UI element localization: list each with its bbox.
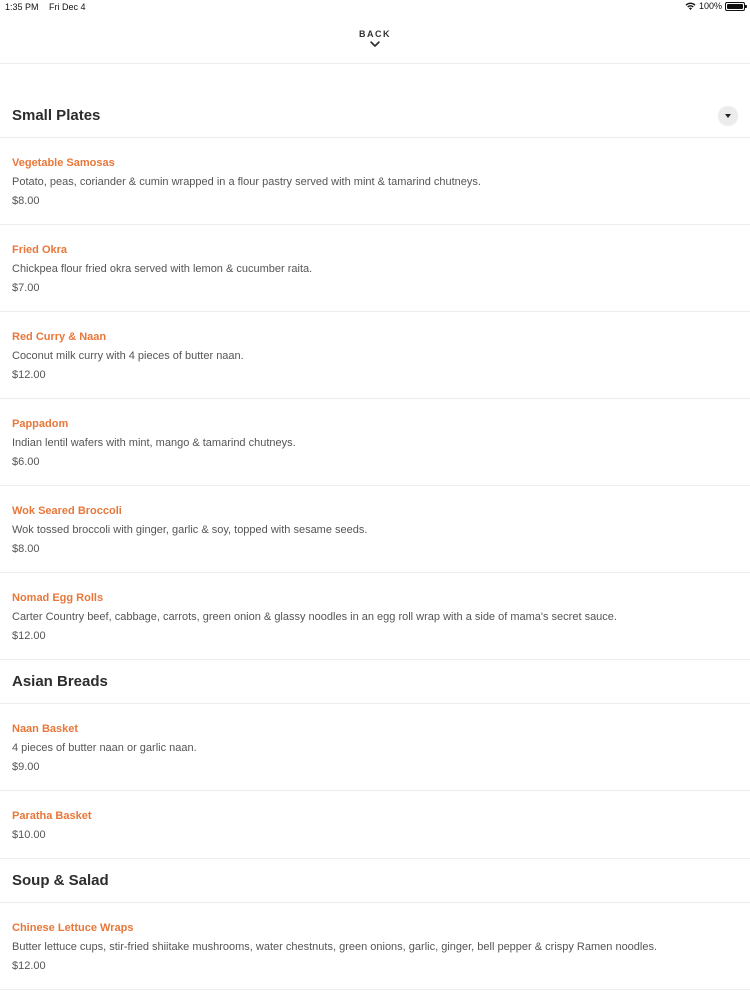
item-name: Naan Basket — [12, 723, 79, 735]
menu-item[interactable]: Pappadom Indian lentil wafers with mint,… — [0, 399, 750, 486]
back-label: BACK — [359, 29, 391, 39]
chevron-down-icon — [370, 41, 380, 47]
item-price: $8.00 — [12, 543, 40, 555]
section-header-asian-breads[interactable]: Asian Breads — [0, 660, 750, 704]
item-price: $9.00 — [12, 761, 40, 773]
item-description: Indian lentil wafers with mint, mango & … — [12, 437, 296, 449]
section-title: Soup & Salad — [12, 872, 109, 889]
section-title: Small Plates — [12, 107, 101, 124]
back-button[interactable]: BACK — [0, 14, 750, 64]
wifi-icon — [685, 2, 696, 10]
status-bar: 1:35 PM Fri Dec 4 100% — [0, 0, 750, 14]
section-header-soup-salad[interactable]: Soup & Salad — [0, 859, 750, 903]
item-description: Butter lettuce cups, stir-fried shiitake… — [12, 941, 658, 953]
menu-list: Small Plates Vegetable Samosas Potato, p… — [0, 64, 750, 990]
menu-item[interactable]: Vegetable Samosas Potato, peas, coriande… — [0, 138, 750, 225]
menu-item[interactable]: Red Curry & Naan Coconut milk curry with… — [0, 312, 750, 399]
item-name: Pappadom — [12, 418, 69, 430]
section-collapse-toggle[interactable] — [718, 105, 738, 126]
item-description: Coconut milk curry with 4 pieces of butt… — [12, 350, 244, 362]
section-title: Asian Breads — [12, 673, 108, 690]
item-name: Vegetable Samosas — [12, 157, 115, 169]
item-description: Chickpea flour fried okra served with le… — [12, 263, 313, 275]
item-description: Carter Country beef, cabbage, carrots, g… — [12, 611, 617, 623]
caret-down-icon — [725, 113, 731, 118]
battery-fill — [727, 3, 743, 9]
item-price: $10.00 — [12, 829, 46, 841]
item-price: $7.00 — [12, 282, 40, 294]
item-price: $8.00 — [12, 195, 40, 207]
item-price: $12.00 — [12, 369, 46, 381]
battery-icon — [725, 1, 747, 11]
item-price: $12.00 — [12, 630, 46, 642]
status-left: 1:35 PM Fri Dec 4 — [5, 2, 86, 12]
item-price: $6.00 — [12, 456, 40, 468]
section-header-small-plates[interactable]: Small Plates — [0, 94, 750, 138]
status-right: 100% — [685, 1, 747, 11]
item-description: Potato, peas, coriander & cumin wrapped … — [12, 176, 481, 188]
menu-item[interactable]: Chinese Lettuce Wraps Butter lettuce cup… — [0, 903, 750, 990]
menu-item[interactable]: Nomad Egg Rolls Carter Country beef, cab… — [0, 573, 750, 660]
item-name: Fried Okra — [12, 244, 68, 256]
battery-percent: 100% — [698, 1, 722, 11]
menu-item[interactable]: Paratha Basket $10.00 — [0, 791, 750, 859]
item-name: Chinese Lettuce Wraps — [12, 922, 134, 934]
menu-item[interactable]: Wok Seared Broccoli Wok tossed broccoli … — [0, 486, 750, 573]
status-date: Fri Dec 4 — [49, 2, 86, 12]
item-description: Wok tossed broccoli with ginger, garlic … — [12, 524, 368, 536]
item-name: Wok Seared Broccoli — [12, 505, 122, 517]
item-name: Paratha Basket — [12, 810, 92, 822]
item-price: $12.00 — [12, 960, 46, 972]
status-time: 1:35 PM — [5, 2, 39, 12]
item-description: 4 pieces of butter naan or garlic naan. — [12, 742, 197, 754]
menu-item[interactable]: Fried Okra Chickpea flour fried okra ser… — [0, 225, 750, 312]
item-name: Nomad Egg Rolls — [12, 592, 104, 604]
menu-item[interactable]: Naan Basket 4 pieces of butter naan or g… — [0, 704, 750, 791]
item-name: Red Curry & Naan — [12, 331, 107, 343]
